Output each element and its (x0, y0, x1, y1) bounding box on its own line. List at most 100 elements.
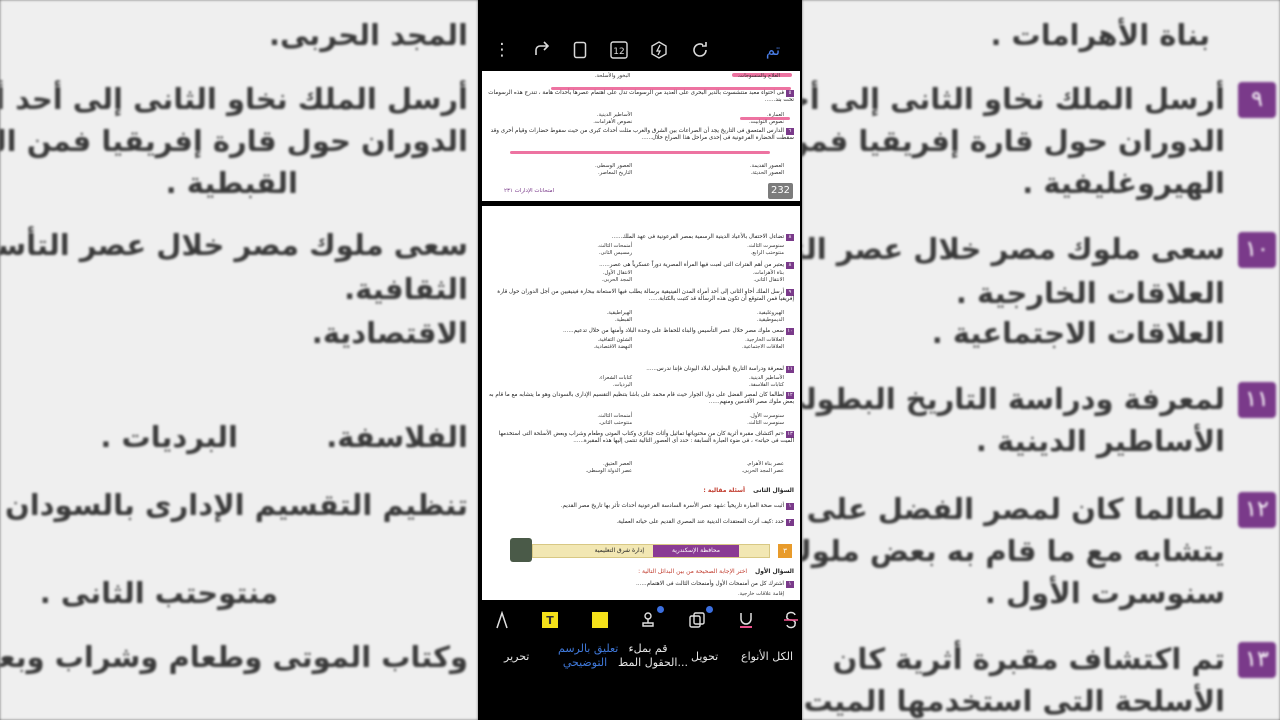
underline-icon[interactable] (734, 610, 758, 630)
tab-annotate-draw[interactable]: تعليق بالرسم التوضيحي (558, 642, 618, 670)
bg-text: بناة الأهرامات . (990, 18, 1210, 52)
magic-icon[interactable] (647, 38, 671, 62)
option: العلاج والمنسوجات. (737, 73, 780, 79)
option: البرديات. (612, 382, 633, 388)
document-page-current[interactable]: ٨تضاءل الاحتفال بالأعياد الدينية الرسمية… (482, 206, 800, 600)
highlighter-icon[interactable] (592, 612, 608, 628)
strikethrough-icon[interactable] (781, 610, 801, 630)
annotation-toolbar: T (478, 600, 802, 640)
page-count-icon[interactable]: 12 (607, 38, 631, 62)
option: العلاقات الاجتماعية. (741, 344, 784, 350)
option: بناة الأهرامات. (752, 270, 784, 276)
bg-text: لطالما كان لمصر الفضل على دول (802, 492, 1225, 526)
option: التاريخ المعاصر. (598, 170, 633, 176)
bg-text: الاقتصادية. (311, 316, 468, 350)
question-number-badge: ١٠ (1238, 232, 1276, 268)
option: سنوسرت الثالث. (747, 420, 784, 426)
bg-text: تم اكتشاف مقبرة أثرية كان (832, 642, 1225, 676)
page-footer: امتحانات الإدارات ٢٣١ (504, 188, 555, 194)
background-document-right: بناة الأهرامات . أرسل الملك نخاو الثانى … (802, 0, 1280, 720)
option: الانتقال الثانى. (753, 277, 784, 283)
question: ١اشترك كل من أمنمحات الأول وأمنمحات الثا… (488, 581, 794, 588)
question: ٥فى احتواء معبد منتشسوت بالدير البحرى عل… (488, 90, 794, 103)
section-number: ٣ (778, 544, 792, 558)
bg-text: البرديات . (100, 420, 238, 454)
option: نصوص التوابيت. (748, 119, 784, 125)
tab-fill-fields[interactable]: قم بملء الحقول المط... (618, 642, 688, 670)
option: الأساطير الدينية. (748, 375, 784, 381)
page-number-badge: 232 (768, 183, 793, 199)
text-highlight-icon[interactable]: T (542, 612, 558, 628)
bg-text: سعى ملوك مصر خلال عصر التأسيس (802, 232, 1225, 266)
bg-text: الأسلحة التى استخدمها الميت فى حي (802, 684, 1225, 718)
question: ١٣«تم اكتشاف مقبرة أثرية كان من محتوياته… (498, 431, 794, 444)
bg-text: الثقافية. (344, 272, 468, 306)
phone-screen: ⋮ 12 تم العلاج والمنسوجات. البخور والأسل… (478, 0, 802, 720)
governorate-banner: محافظة الإسكندرية إدارة شرق التعليمية (532, 544, 770, 558)
question-number-badge: ١١ (1238, 382, 1276, 418)
document-page-previous[interactable]: العلاج والمنسوجات. البخور والأسلحة. ٥فى … (482, 71, 800, 201)
copy-icon[interactable] (685, 606, 713, 630)
bg-text: وكتاب الموتى وطعام وشراب وبعض (0, 640, 468, 674)
question: ٦الدارس المتعمق فى التاريخ يجد أن الصراع… (490, 128, 794, 141)
stamp-icon[interactable] (636, 606, 664, 630)
option: كتابات الشعراء. (598, 375, 633, 381)
pink-highlight (551, 87, 791, 90)
option: منتوحتب الرابع. (750, 250, 784, 256)
bg-text: سنوسرت الأول . (984, 576, 1225, 610)
section-title: السؤال الثانى أسئلة مقالية : (703, 487, 794, 494)
question: ٩أرسل الملك أخاو الثانى إلى أحد أمراء ال… (497, 289, 794, 302)
bg-text: الدوران حول قارة إفريقيا فمن المتوق (802, 124, 1225, 158)
option: النهضة الاقتصادية. (593, 344, 633, 350)
option: سنوسرت الأول. (749, 413, 784, 419)
bg-text: لمعرفة ودراسة التاريخ البطولى لبلا (802, 382, 1225, 416)
share-icon[interactable] (530, 38, 554, 62)
bg-text: العلاقات الاجتماعية . (931, 316, 1225, 350)
rotate-page-icon[interactable] (568, 38, 592, 62)
bg-text: الأساطير الدينية . (975, 424, 1225, 458)
option: نصوص الأهرامات. (593, 119, 633, 125)
option: العصور الوسطى. (595, 163, 633, 169)
pen-icon[interactable] (490, 610, 514, 630)
option: أمنمحات الثالث. (597, 243, 633, 249)
top-toolbar: ⋮ 12 تم (478, 0, 802, 70)
option: العصور القديمة. (749, 163, 784, 169)
mode-tabs: تحرير تعليق بالرسم التوضيحي قم بملء الحق… (478, 640, 802, 690)
option: الهيراطيقية. (606, 310, 633, 316)
option: الشئون الثقافية. (597, 337, 633, 343)
option: العلاقات الخارجية. (745, 337, 784, 343)
question: ١٠سعى ملوك مصر خلال عصر التأسيس والبناء … (563, 328, 794, 335)
bg-text: القبطية . (165, 166, 298, 200)
bg-text: العلاقات الخارجية . (955, 276, 1225, 310)
governorate-label: محافظة الإسكندرية (653, 545, 739, 557)
redo-icon[interactable] (688, 38, 712, 62)
pink-highlight (510, 151, 770, 154)
tab-edit[interactable]: تحرير (504, 650, 529, 664)
tab-all-types[interactable]: الكل الأنواع (741, 650, 793, 664)
option: المجد الحربى. (601, 277, 633, 283)
option: الأساطير الدينية. (596, 112, 633, 118)
tab-convert[interactable]: تحويل (691, 650, 718, 664)
bg-text: يتشابه مع ما قام به بعض ملوك مصر (802, 534, 1225, 568)
option: البخور والأسلحة. (594, 73, 631, 79)
svg-text:12: 12 (613, 47, 624, 57)
more-vertical-icon[interactable]: ⋮ (490, 38, 514, 62)
bg-text: أرسل الملك نخاو الثانى إلى أحد أمراء (0, 82, 468, 116)
option: منتوحتب الثانى. (598, 420, 633, 426)
essay-question: ٢حدد :كيف أثرت المعتقدات الدينية عند الم… (488, 519, 794, 526)
option: كتابات الفلاسفة. (748, 382, 784, 388)
question: ٨يعتبر من أهم الفترات التى لعبت فيها الم… (488, 262, 794, 269)
option: القبطية. (614, 317, 633, 323)
bg-text: منتوحتب الثانى . (39, 576, 278, 610)
option: أمنمحات الثالث. (597, 413, 633, 419)
badge-dot (706, 606, 713, 613)
bg-text: تنظيم التقسيم الإدارى بالسودان وهو ما (0, 488, 468, 522)
option: سنوسرت الثالث. (747, 243, 784, 249)
option: الانتقال الأول. (602, 270, 633, 276)
bg-text: الدوران حول قارة إفريقيا فمن المتوق (0, 124, 468, 158)
bg-text: الهيروغليفية . (1022, 166, 1225, 200)
question-number-badge: ١٢ (1238, 492, 1276, 528)
background-document-left: المجد الحربى. أرسل الملك نخاو الثانى إلى… (0, 0, 478, 720)
done-button[interactable]: تم (756, 38, 790, 62)
option: عصر المجد الحربى. (741, 468, 785, 474)
